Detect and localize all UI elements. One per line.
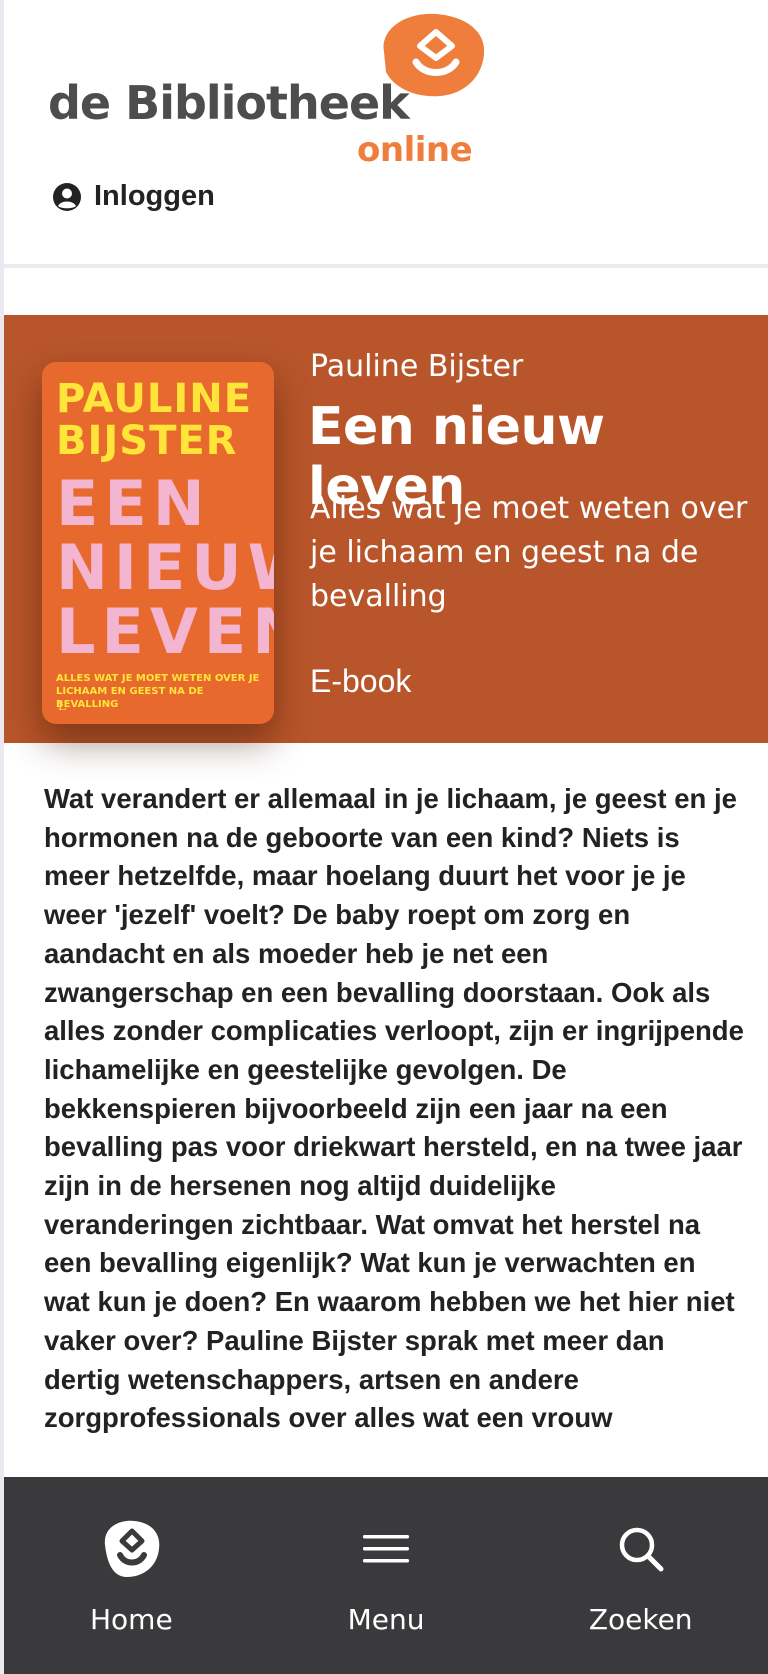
cover-subtitle: ALLES WAT JE MOET WETEN OVER JE LICHAAM … (56, 673, 260, 710)
cover-title: EEN NIEUW LEVEN (56, 467, 274, 668)
book-format: E-book (310, 663, 412, 699)
nav-search[interactable]: Zoeken (513, 1477, 768, 1674)
book-hero: PAULINE BIJSTER EEN NIEUW LEVEN ALLES WA… (4, 315, 768, 743)
hamburger-menu-icon (363, 1535, 409, 1563)
nav-search-label: Zoeken (588, 1603, 693, 1636)
nav-menu-label: Menu (347, 1603, 425, 1636)
bibliotheek-home-icon (105, 1520, 160, 1577)
book-cover[interactable]: PAULINE BIJSTER EEN NIEUW LEVEN ALLES WA… (42, 362, 274, 724)
book-subtitle: Alles wat je moet weten over je lichaam … (310, 491, 748, 614)
search-icon (619, 1527, 664, 1572)
cover-author: PAULINE BIJSTER (56, 376, 253, 464)
user-circle-icon (53, 182, 81, 211)
page: de Bibliotheek online Inloggen PAULINE B… (0, 0, 768, 1674)
book-description: Wat verandert er allemaal in je lichaam,… (44, 783, 744, 1434)
site-header: de Bibliotheek online Inloggen (4, 0, 768, 268)
login-link[interactable]: Inloggen (52, 180, 215, 213)
publisher-mark: L (58, 699, 66, 713)
logo-subtext: online (357, 130, 473, 170)
nav-home[interactable]: Home (4, 1477, 259, 1674)
login-label: Inloggen (94, 180, 215, 212)
book-author[interactable]: Pauline Bijster (310, 349, 523, 384)
nav-home-label: Home (89, 1603, 173, 1636)
nav-menu[interactable]: Menu (259, 1477, 514, 1674)
logo-text: de Bibliotheek (48, 76, 410, 130)
bottom-navigation: Home Menu Zoeken (4, 1477, 768, 1674)
